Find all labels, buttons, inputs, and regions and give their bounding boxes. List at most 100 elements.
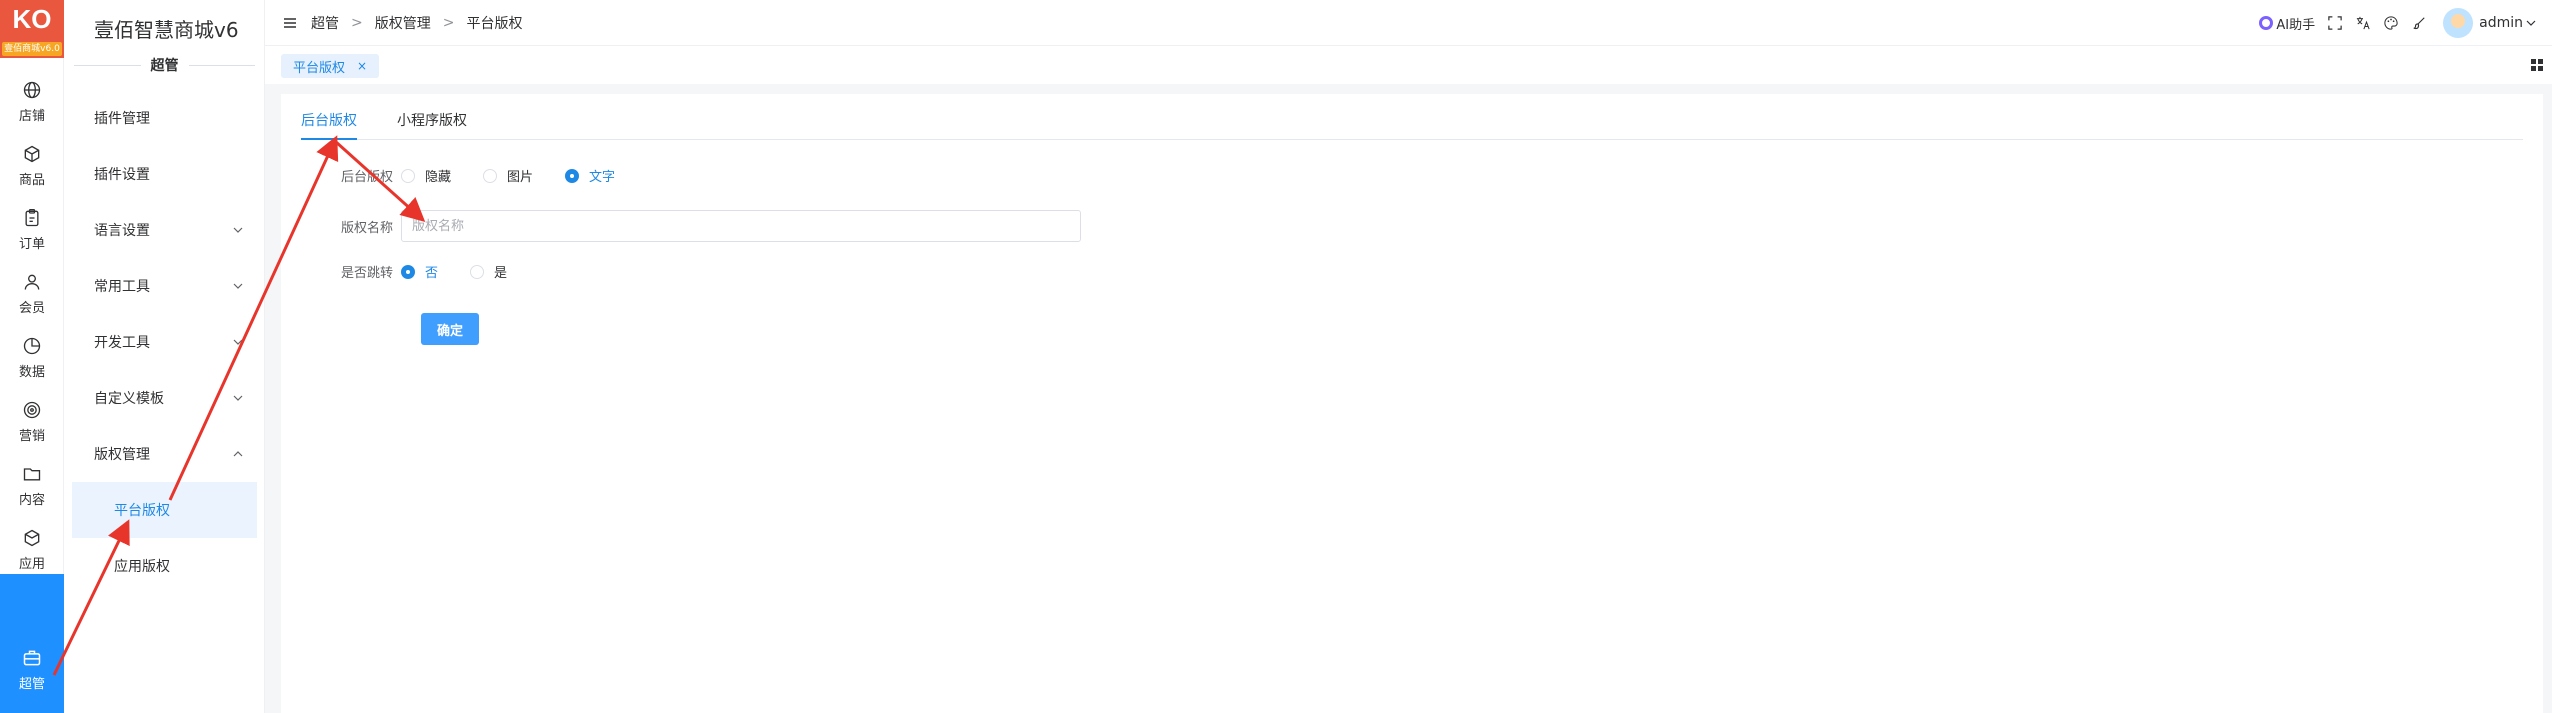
chevron-down-icon	[233, 339, 243, 345]
rail-item-members[interactable]: 会员	[0, 262, 64, 326]
version-badge: 壹佰商城v6.0	[2, 42, 62, 56]
ai-assistant-button[interactable]: AI助手	[2259, 14, 2315, 33]
radio-circle	[401, 264, 415, 279]
rail-item-marketing[interactable]: 营销	[0, 390, 64, 454]
content-panel: 后台版权 小程序版权 后台版权 隐藏 图片 文字 版权名称 是否跳转 否 是 确…	[281, 94, 2543, 713]
menu-item-label: 版权管理	[94, 447, 150, 463]
radio-image[interactable]: 图片	[483, 166, 533, 185]
page-tabs-bar: 平台版权 ×	[265, 46, 2552, 84]
pie-chart-icon	[23, 337, 41, 355]
radio-label: 图片	[507, 170, 534, 185]
rail-item-label: 营销	[18, 429, 45, 444]
breadcrumb-item[interactable]: 版权管理	[375, 13, 431, 33]
menu-item-custom-template[interactable]: 自定义模板	[64, 370, 265, 426]
radio-jump-yes[interactable]: 是	[470, 262, 507, 281]
rail-item-content[interactable]: 内容	[0, 454, 64, 518]
menu-item-label: 插件设置	[94, 167, 150, 183]
tab-admin-copyright[interactable]: 后台版权	[301, 110, 357, 140]
jump-label: 是否跳转	[340, 266, 393, 281]
rail-item-label: 会员	[18, 301, 45, 316]
menu-item-plugin-management[interactable]: 插件管理	[64, 90, 265, 146]
rail-item-orders[interactable]: 订单	[0, 198, 64, 262]
section-header: 超管	[64, 50, 265, 80]
cube-icon	[24, 145, 40, 163]
rail-item-label: 应用	[18, 557, 45, 572]
menu-item-label: 开发工具	[94, 335, 150, 351]
rail-item-label: 商品	[18, 173, 45, 188]
chevron-down-icon	[233, 395, 243, 401]
app-logo[interactable]: KO 壹佰商城v6.0	[0, 0, 64, 58]
rail-item-superadmin[interactable]: 超管	[0, 574, 64, 713]
menu-item-copyright-management[interactable]: 版权管理	[64, 426, 265, 482]
close-icon[interactable]: ×	[357, 59, 367, 73]
radio-hide[interactable]: 隐藏	[401, 166, 451, 185]
breadcrumb-separator: >	[442, 14, 455, 31]
menu-item-label: 平台版权	[114, 503, 170, 519]
radio-circle	[565, 168, 580, 183]
section-title: 超管	[150, 58, 179, 74]
rail-item-goods[interactable]: 商品	[0, 134, 64, 198]
rail-item-label: 店铺	[18, 109, 45, 124]
hamburger-icon[interactable]	[283, 16, 297, 30]
radio-circle	[470, 264, 485, 279]
ai-logo-icon	[2259, 16, 2274, 30]
jump-row: 是否跳转 否 是	[321, 262, 539, 281]
copyright-type-row: 后台版权 隐藏 图片 文字	[321, 166, 647, 185]
breadcrumb: 超管 > 版权管理 > 平台版权	[311, 13, 522, 33]
radio-label: 文字	[589, 170, 616, 185]
menu-item-language-settings[interactable]: 语言设置	[64, 202, 265, 258]
tab-miniprogram-copyright[interactable]: 小程序版权	[397, 110, 467, 140]
copyright-name-input[interactable]	[401, 210, 1081, 242]
translate-icon[interactable]	[2355, 15, 2371, 31]
radio-text[interactable]: 文字	[565, 166, 615, 185]
copyright-tabs: 后台版权 小程序版权	[301, 110, 2523, 140]
radio-jump-no[interactable]: 否	[401, 262, 438, 281]
menu-item-label: 应用版权	[114, 559, 170, 575]
palette-icon[interactable]	[2383, 15, 2399, 31]
fullscreen-icon[interactable]	[2327, 15, 2343, 31]
user-icon	[24, 274, 40, 290]
confirm-button[interactable]: 确定	[421, 313, 479, 345]
radio-circle	[483, 168, 498, 183]
ai-assistant-label: AI助手	[2276, 17, 2316, 33]
chevron-up-icon	[233, 451, 243, 457]
divider	[188, 64, 255, 66]
copyright-type-label: 后台版权	[340, 170, 393, 185]
rail-item-label: 内容	[18, 493, 45, 508]
grid-icon[interactable]	[2530, 58, 2544, 72]
chevron-down-icon[interactable]	[2526, 18, 2536, 28]
header-actions: AI助手 admin	[2259, 0, 2536, 46]
briefcase-icon	[23, 650, 41, 666]
rail-item-data[interactable]: 数据	[0, 326, 64, 390]
menu-item-platform-copyright[interactable]: 平台版权	[72, 482, 257, 538]
target-icon	[23, 401, 41, 419]
page-tab-label: 平台版权	[293, 60, 346, 76]
folder-icon	[23, 468, 41, 481]
menu-item-label: 插件管理	[94, 111, 150, 127]
menu-item-label: 语言设置	[94, 223, 150, 239]
avatar[interactable]	[2443, 8, 2474, 38]
menu-item-common-tools[interactable]: 常用工具	[64, 258, 265, 314]
secondary-sidebar: 壹佰智慧商城v6 超管 插件管理 插件设置 语言设置 常用工具 开发工具 自定义…	[64, 0, 265, 713]
rail-item-apps[interactable]: 应用	[0, 518, 64, 582]
menu-item-label: 常用工具	[94, 279, 150, 295]
logo-mark: KO	[12, 4, 52, 34]
top-header: 超管 > 版权管理 > 平台版权 AI助手 admin	[265, 0, 2552, 46]
menu-item-dev-tools[interactable]: 开发工具	[64, 314, 265, 370]
page-tab-platform-copyright[interactable]: 平台版权 ×	[281, 54, 380, 78]
copyright-name-row: 版权名称	[321, 210, 1081, 242]
box-icon	[24, 529, 40, 547]
globe-icon	[23, 81, 41, 99]
main-nav-rail: KO 壹佰商城v6.0 店铺 商品 订单 会员 数据 营销 内容 应用 超管	[0, 0, 64, 713]
rail-item-store[interactable]: 店铺	[0, 70, 64, 134]
chevron-down-icon	[233, 283, 243, 289]
brush-icon[interactable]	[2411, 15, 2427, 31]
breadcrumb-item[interactable]: 超管	[311, 13, 339, 33]
breadcrumb-separator: >	[351, 14, 363, 31]
rail-item-label: 数据	[18, 365, 45, 380]
rail-item-label: 超管	[18, 677, 45, 692]
radio-label: 是	[494, 266, 508, 281]
menu-item-app-copyright[interactable]: 应用版权	[64, 538, 265, 594]
menu-item-plugin-settings[interactable]: 插件设置	[64, 146, 265, 202]
username[interactable]: admin	[2479, 15, 2523, 31]
